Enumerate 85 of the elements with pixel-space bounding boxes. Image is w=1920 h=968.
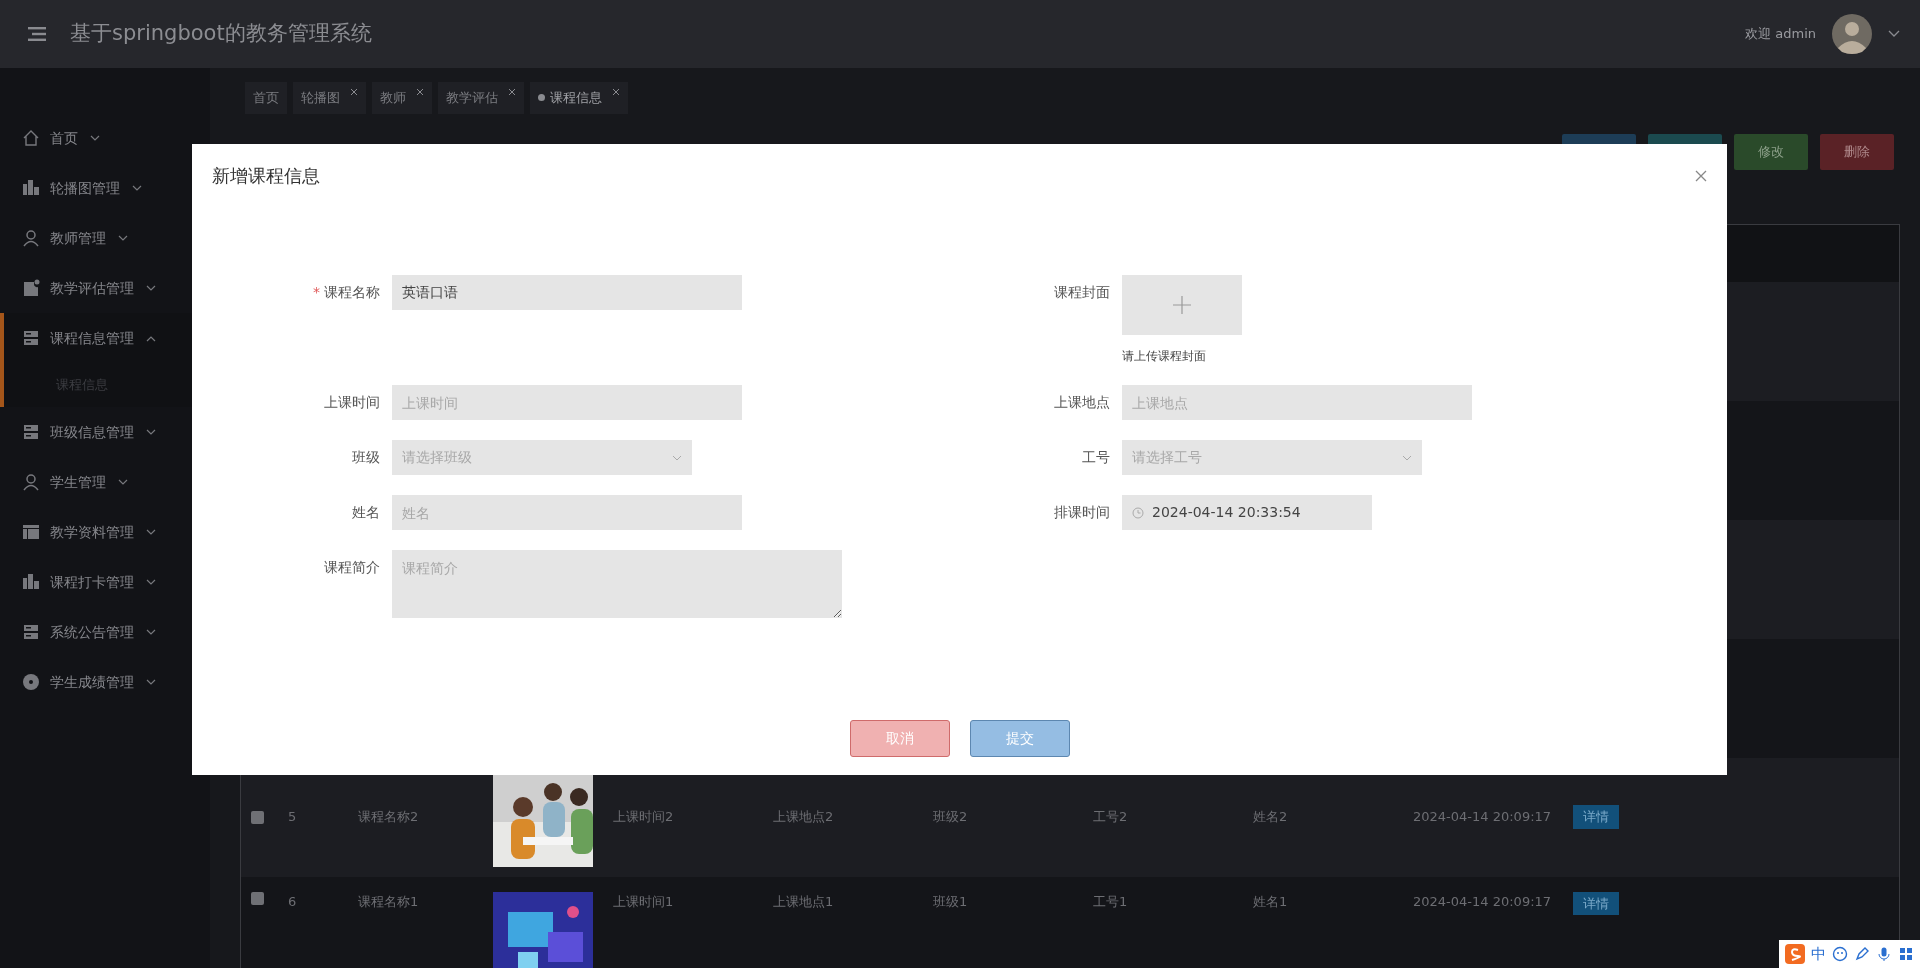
table-cell-text: 班级1 xyxy=(933,892,969,911)
table-cell-text: 姓名1 xyxy=(1253,892,1289,911)
chart-icon xyxy=(22,573,40,591)
database-icon xyxy=(22,329,40,347)
field-label: 课程简介 xyxy=(323,558,380,577)
table-cell-text: 上课地点2 xyxy=(773,808,835,827)
close-icon[interactable] xyxy=(416,88,424,96)
close-icon[interactable] xyxy=(1695,169,1707,182)
chevron-down-icon xyxy=(1402,454,1412,461)
edit-button[interactable]: 修改 xyxy=(1734,133,1808,170)
table-cell-text: 6 xyxy=(288,892,298,911)
table-cell-text: 工号2 xyxy=(1093,808,1129,827)
user-icon xyxy=(22,229,40,247)
user-icon xyxy=(22,473,40,491)
field-label: 工号 xyxy=(1081,448,1110,467)
database-icon xyxy=(22,623,40,641)
delete-button[interactable]: 删除 xyxy=(1820,133,1894,170)
tab[interactable]: 教学评估 xyxy=(438,82,524,114)
table-cell-text: 5 xyxy=(288,808,298,827)
table-cell-text: 上课时间1 xyxy=(613,892,675,911)
field-label: * 课程名称 xyxy=(312,283,380,302)
close-icon[interactable] xyxy=(508,88,516,96)
tab[interactable]: 首页 xyxy=(245,82,287,114)
note-icon xyxy=(22,279,40,297)
table-icon xyxy=(22,523,40,541)
table-cell-text: 班级2 xyxy=(933,808,969,827)
dialog-title: 新增课程信息 xyxy=(212,164,320,188)
field-label: 课程封面 xyxy=(1053,283,1110,302)
home-icon xyxy=(22,129,40,147)
detail-button[interactable]: 详情 xyxy=(1573,891,1619,915)
close-icon[interactable] xyxy=(612,88,620,96)
upload-hint: 请上传课程封面 xyxy=(1122,348,1207,365)
close-icon[interactable] xyxy=(350,88,358,96)
table-cell-text: 上课时间2 xyxy=(613,808,675,827)
sidebar-item-label[interactable]: 教师管理 xyxy=(50,227,106,249)
sidebar-item-label[interactable]: 课程打卡管理 xyxy=(50,571,134,593)
date-field[interactable]: 2024-04-14 20:33:54 xyxy=(1122,495,1372,530)
app-title: 基于springboot的教务管理系统 xyxy=(70,20,372,48)
table-cell-text: 姓名2 xyxy=(1253,808,1289,827)
sidebar-item-label[interactable]: 课程信息管理 xyxy=(50,327,134,349)
database-icon xyxy=(22,423,40,441)
table-cell-text: 工号1 xyxy=(1093,892,1129,911)
ime-logo-icon[interactable] xyxy=(1785,944,1805,964)
menu-icon[interactable] xyxy=(28,27,46,41)
sidebar-item-label[interactable]: 轮播图管理 xyxy=(50,177,120,199)
input-field[interactable]: 英语口语 xyxy=(392,275,742,310)
checkbox[interactable] xyxy=(251,810,264,824)
textarea-field[interactable]: 课程简介 xyxy=(392,550,842,618)
tab[interactable]: 教师 xyxy=(372,82,432,114)
chart-icon xyxy=(22,179,40,197)
sidebar-item-label[interactable]: 教学评估管理 xyxy=(50,277,134,299)
smiley-icon[interactable] xyxy=(1832,946,1848,962)
chevron-down-icon xyxy=(672,454,682,461)
status-dot xyxy=(538,94,545,102)
sidebar-item-label[interactable]: 系统公告管理 xyxy=(50,621,134,643)
table-cell-text: 上课地点1 xyxy=(773,892,835,911)
field-label: 姓名 xyxy=(351,503,380,522)
tab[interactable]: 课程信息 xyxy=(530,82,628,114)
sidebar-item-label[interactable]: 教学资料管理 xyxy=(50,521,134,543)
sidebar-item-label[interactable]: 学生管理 xyxy=(50,471,106,493)
table-cell-text: 2024-04-14 20:09:17 xyxy=(1413,808,1553,827)
clock-icon xyxy=(1132,506,1144,519)
ime-mode[interactable]: 中 xyxy=(1811,942,1826,966)
disc-icon xyxy=(22,673,40,691)
input-field[interactable]: 姓名 xyxy=(392,495,742,530)
avatar[interactable] xyxy=(1832,14,1872,54)
field-label: 上课地点 xyxy=(1053,393,1110,412)
chevron-down-icon[interactable] xyxy=(1888,30,1900,38)
field-label: 排课时间 xyxy=(1053,503,1110,522)
table-cell-text: 课程名称2 xyxy=(358,808,420,827)
sidebar-item-label[interactable]: 班级信息管理 xyxy=(50,421,134,443)
tab[interactable]: 轮播图 xyxy=(293,82,366,114)
table-cell-text: 课程名称1 xyxy=(358,892,420,911)
checkbox[interactable] xyxy=(251,891,264,905)
detail-button[interactable]: 详情 xyxy=(1573,805,1619,829)
field-label: 上课时间 xyxy=(323,393,380,412)
table-cell-text: 2024-04-14 20:09:17 xyxy=(1413,892,1553,911)
field-label: 班级 xyxy=(351,448,380,467)
pen-icon[interactable] xyxy=(1854,946,1870,962)
plus-icon xyxy=(1172,295,1192,315)
sidebar-item-label[interactable]: 学生成绩管理 xyxy=(50,671,134,693)
mic-icon[interactable] xyxy=(1876,946,1892,962)
sidebar-item-label[interactable]: 首页 xyxy=(50,127,78,149)
welcome-text: 欢迎 admin xyxy=(1745,25,1816,44)
grid-icon[interactable] xyxy=(1898,946,1914,962)
